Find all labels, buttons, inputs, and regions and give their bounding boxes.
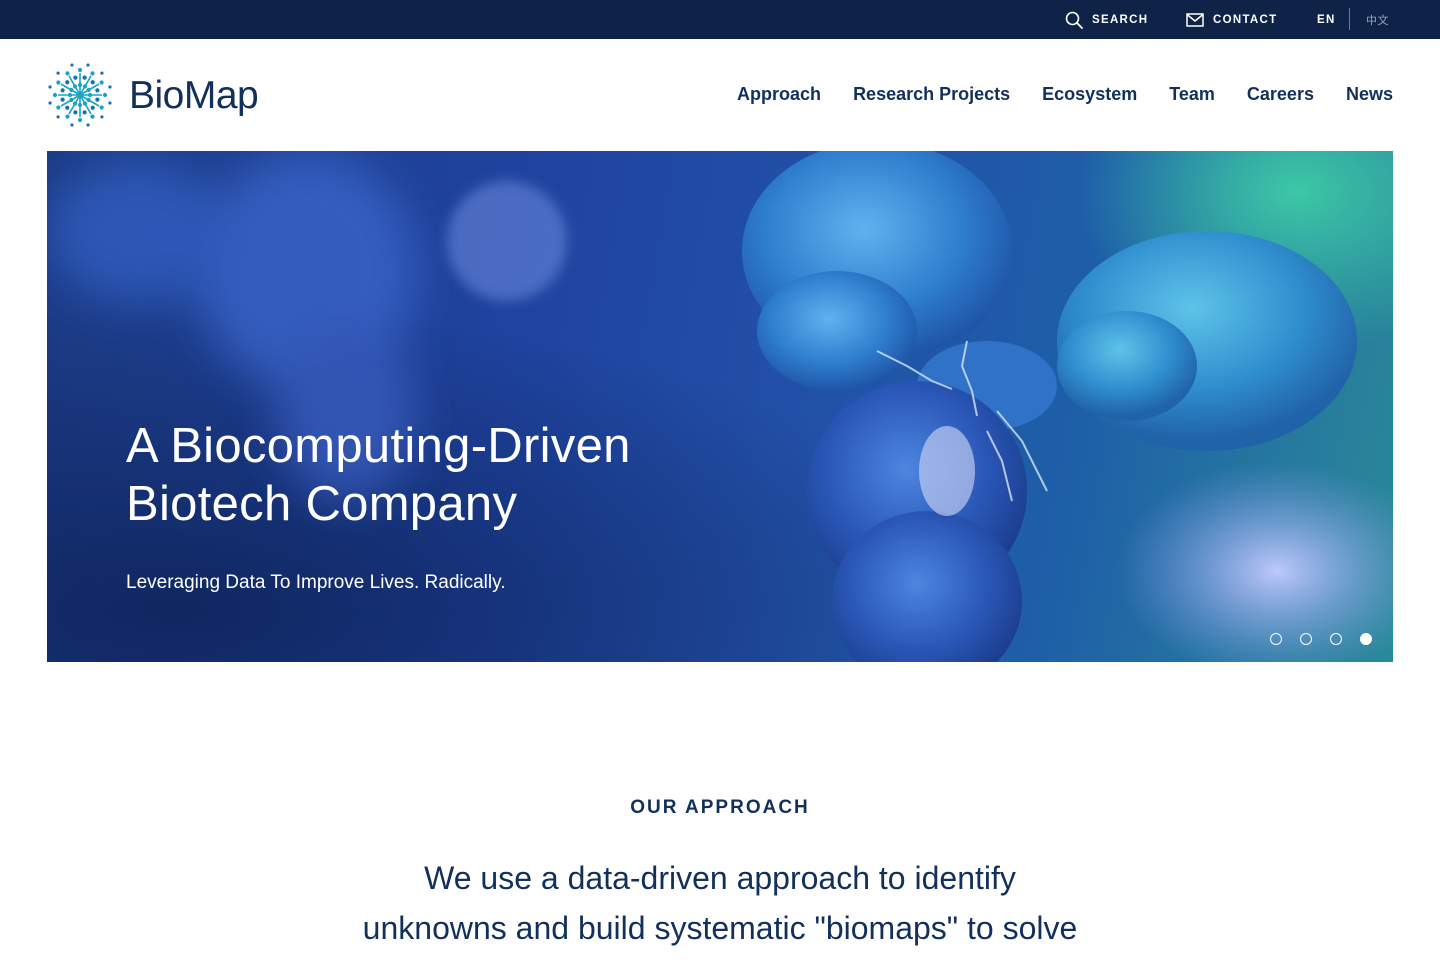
logo-dot — [95, 88, 100, 93]
hero-title-line-1: A Biocomputing-Driven — [126, 419, 631, 473]
search-link[interactable]: SEARCH — [1065, 0, 1148, 39]
nav-research-projects[interactable]: Research Projects — [853, 83, 1010, 105]
contact-label: CONTACT — [1213, 13, 1278, 26]
logo-dot — [87, 92, 93, 98]
logo-dot — [82, 110, 87, 115]
logo-dot — [73, 110, 78, 115]
logo-dot — [56, 115, 60, 119]
logo-dot — [108, 101, 112, 105]
logo-dot — [70, 63, 74, 67]
logo-dot — [102, 92, 108, 98]
language-en[interactable]: EN — [1317, 0, 1336, 39]
logo-dot — [65, 114, 70, 119]
carousel-indicators — [1270, 633, 1372, 645]
logo-dot — [60, 88, 65, 93]
logo-dot — [56, 105, 61, 110]
logo-dot — [67, 92, 73, 98]
language-zh[interactable]: 中文 — [1366, 0, 1389, 39]
logo-dot — [90, 105, 95, 110]
biomap-logo[interactable]: BioMap — [47, 62, 259, 128]
logo-dot — [82, 75, 87, 80]
logo-dot — [65, 71, 70, 76]
logo-dot — [100, 115, 104, 119]
logo-dot — [56, 71, 60, 75]
logo-dot — [86, 97, 91, 103]
logo-dot — [86, 87, 91, 93]
hero-subtitle: Leveraging Data To Improve Lives. Radica… — [126, 572, 506, 593]
approach-intro-text: We use a data-driven approach to identif… — [320, 853, 1120, 953]
search-label: SEARCH — [1092, 13, 1149, 26]
logo-dot — [77, 117, 83, 123]
mail-icon — [1186, 12, 1204, 27]
logo-dot — [70, 123, 74, 127]
logo-dot — [99, 80, 104, 85]
language-divider — [1349, 8, 1350, 30]
carousel-dot-3[interactable] — [1330, 633, 1342, 645]
hero-carousel: A Biocomputing-Driven Biotech Company Le… — [47, 151, 1393, 662]
nav-news[interactable]: News — [1346, 83, 1393, 105]
logo-dot — [86, 63, 90, 67]
carousel-dot-4[interactable] — [1360, 633, 1372, 645]
main-nav: Approach Research Projects Ecosystem Tea… — [705, 83, 1393, 105]
logo-dot — [69, 97, 74, 103]
logo-dot — [48, 85, 52, 89]
nav-ecosystem[interactable]: Ecosystem — [1042, 83, 1137, 105]
logo-center-dot — [76, 91, 84, 99]
nav-approach[interactable]: Approach — [737, 83, 821, 105]
section-label-our-approach: OUR APPROACH — [630, 797, 810, 818]
top-utility-bar: SEARCH CONTACT EN 中文 — [0, 0, 1440, 39]
logo-dot — [100, 71, 104, 75]
logo-dot — [72, 101, 78, 106]
logo-dot — [69, 87, 74, 93]
logo-dot — [95, 97, 100, 102]
logo-dot — [90, 71, 95, 76]
logo-dot — [77, 102, 83, 108]
logo-dot — [90, 80, 95, 85]
logo-dot — [48, 101, 52, 105]
logo-dot — [86, 123, 90, 127]
hero-title-line-2: Biotech Company — [126, 477, 518, 531]
logo-dot — [82, 101, 88, 106]
logo-dot — [52, 92, 58, 98]
approach-text-line-2: unknowns and build systematic "biomaps" … — [362, 910, 1078, 946]
logo-dot — [77, 67, 83, 73]
carousel-dot-1[interactable] — [1270, 633, 1282, 645]
biomap-snowflake-logo-icon — [48, 63, 112, 127]
logo-dot — [90, 114, 95, 119]
logo-dot — [108, 85, 112, 89]
logo-dot — [56, 80, 61, 85]
logo-dot — [60, 97, 65, 102]
contact-link[interactable]: CONTACT — [1186, 0, 1277, 39]
logo-dot — [77, 82, 83, 88]
approach-text-line-1: We use a data-driven approach to identif… — [424, 860, 1016, 896]
search-icon — [1065, 11, 1083, 29]
logo-dot — [99, 105, 104, 110]
carousel-dot-2[interactable] — [1300, 633, 1312, 645]
logo-dot — [72, 84, 78, 89]
nav-careers[interactable]: Careers — [1247, 83, 1314, 105]
logo-dot — [65, 105, 70, 110]
nav-team[interactable]: Team — [1169, 83, 1215, 105]
logo-dot — [82, 84, 88, 89]
hero-title: A Biocomputing-Driven Biotech Company — [126, 417, 746, 533]
logo-text: BioMap — [129, 73, 259, 117]
logo-dot — [73, 75, 78, 80]
logo-dot — [65, 80, 70, 85]
